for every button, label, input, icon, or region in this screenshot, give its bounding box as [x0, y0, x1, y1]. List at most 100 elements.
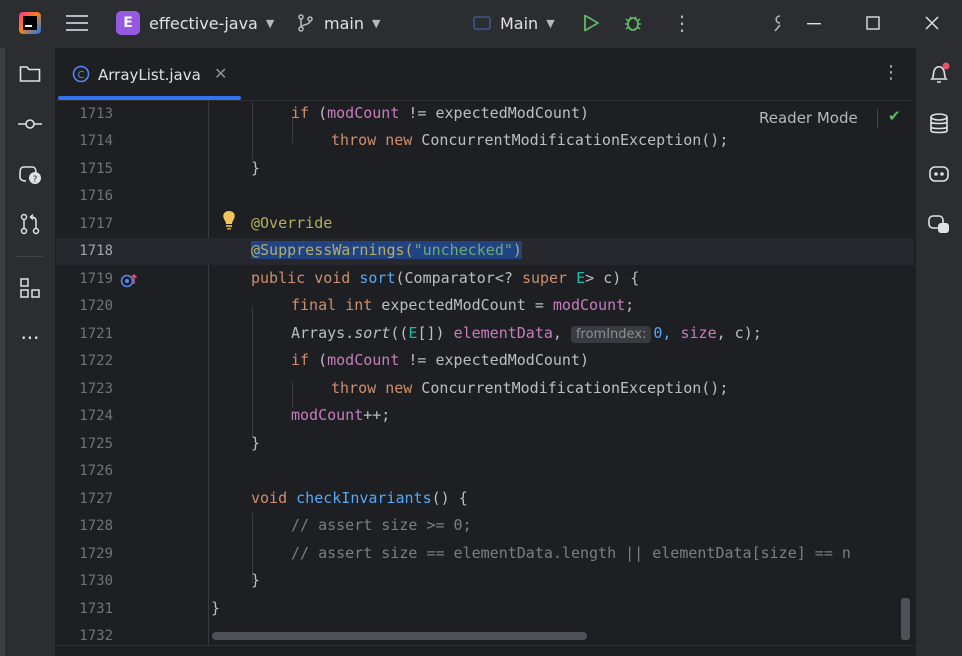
line-number: 1728: [79, 518, 113, 534]
project-badge: E: [116, 11, 140, 35]
ai-assistant-help-icon: ?: [19, 166, 41, 185]
line-number: 1719: [79, 271, 113, 287]
code-line: 1725 }: [56, 431, 914, 458]
user-profile-icon[interactable]: [772, 0, 782, 46]
code-text: }: [251, 434, 261, 452]
ai-chat-tool-button[interactable]: [914, 156, 962, 192]
minimize-icon: [807, 23, 821, 25]
maximize-button[interactable]: [866, 0, 880, 46]
code-line: 1730 }: [56, 568, 914, 595]
commit-tool-button[interactable]: [5, 106, 55, 142]
code-editor[interactable]: 1713 if (modCount != expectedModCount) 1…: [56, 101, 914, 656]
line-number: 1716: [79, 188, 113, 204]
line-number: 1717: [79, 216, 113, 232]
notification-bell-icon: [930, 62, 950, 83]
project-name: effective-java: [149, 13, 258, 33]
line-number: 1715: [79, 161, 113, 177]
class-c-icon: C: [72, 65, 90, 83]
active-tab-indicator: [58, 96, 241, 100]
debug-button[interactable]: [623, 0, 643, 46]
line-number: 1718: [79, 243, 113, 259]
inlay-parameter-hint: fromIndex:: [570, 326, 652, 343]
code-text: throw new ConcurrentModificationExceptio…: [331, 131, 729, 149]
reader-mode-toggle[interactable]: Reader Mode: [759, 109, 858, 127]
tab-arraylist-java[interactable]: C ArrayList.java ✕: [56, 48, 241, 100]
line-number: 1723: [79, 381, 113, 397]
tool-separator: [17, 256, 43, 257]
ai-assistant-chat-icon: [928, 215, 949, 233]
editor-tab-bar: C ArrayList.java ✕ ⋮: [56, 48, 914, 101]
line-number: 1714: [79, 133, 113, 149]
line-number: 1725: [79, 436, 113, 452]
code-text: modCount++;: [291, 406, 391, 424]
code-comment: // assert size >= 0;: [291, 516, 472, 534]
maximize-icon: [866, 16, 880, 30]
notifications-tool-button[interactable]: [914, 56, 962, 92]
code-line: 1731 }: [56, 596, 914, 623]
more-actions-icon[interactable]: ⋮: [672, 0, 692, 46]
application-config-icon: [473, 16, 491, 30]
ai-assistant-tool-button[interactable]: ?: [5, 156, 55, 192]
project-tool-button[interactable]: [5, 56, 55, 92]
run-button[interactable]: [582, 0, 600, 46]
intellij-logo-icon[interactable]: [19, 12, 41, 34]
code-text: }: [251, 159, 261, 177]
code-text: throw new ConcurrentModificationExceptio…: [331, 379, 729, 397]
code-line: 1715 }: [56, 156, 914, 183]
horizontal-scrollbar[interactable]: [212, 632, 587, 640]
left-tool-strip: ? ···: [5, 48, 56, 656]
structure-tool-button[interactable]: [5, 270, 55, 306]
line-number: 1726: [79, 463, 113, 479]
svg-text:C: C: [78, 70, 85, 81]
vertical-scrollbar[interactable]: [901, 598, 910, 640]
run-icon: [584, 14, 599, 32]
close-icon[interactable]: ✕: [214, 64, 227, 83]
override-method-icon[interactable]: [120, 272, 138, 288]
code-text: if (modCount != expectedModCount): [291, 104, 590, 122]
close-window-button[interactable]: [925, 0, 939, 46]
pull-request-icon: [20, 213, 40, 235]
folder-icon: [19, 66, 41, 82]
project-selector[interactable]: E effective-java ▼: [116, 0, 274, 46]
code-line: 1721 Arrays.sort((E[]) elementData, from…: [56, 321, 914, 348]
checkmark-icon[interactable]: ✔: [888, 107, 901, 125]
branch-selector[interactable]: main ▼: [297, 0, 380, 46]
title-bar: E effective-java ▼ main ▼ Main ▼ ⋮: [0, 0, 962, 48]
run-config-selector[interactable]: Main ▼: [473, 0, 555, 46]
code-line: 1719 public void sort(Comparator<? super…: [56, 266, 914, 293]
line-number: 1730: [79, 573, 113, 589]
code-text: }: [211, 599, 221, 617]
main-menu-button[interactable]: [66, 0, 88, 46]
editor-bottom-border: [56, 645, 914, 646]
debug-bug-icon: [625, 16, 641, 31]
run-config-name: Main: [500, 13, 539, 33]
line-number: 1729: [79, 546, 113, 562]
code-line: 1729 // assert size == elementData.lengt…: [56, 541, 914, 568]
current-code-line: 1718 @SuppressWarnings("unchecked"): [56, 238, 914, 265]
line-number: 1731: [79, 601, 113, 617]
line-number: 1724: [79, 408, 113, 424]
close-icon: [925, 16, 939, 30]
chevron-down-icon: ▼: [546, 16, 555, 30]
tab-options-icon[interactable]: ⋮: [882, 62, 900, 83]
ai-chat-icon: [929, 166, 949, 182]
git-branch-icon: [298, 14, 313, 32]
line-number: 1722: [79, 353, 113, 369]
code-line: 1716: [56, 183, 914, 210]
more-tools-icon[interactable]: ···: [5, 320, 55, 356]
code-line: 1726: [56, 458, 914, 485]
pull-requests-tool-button[interactable]: [5, 206, 55, 242]
minimize-button[interactable]: [807, 0, 821, 46]
chevron-down-icon: ▼: [371, 16, 381, 30]
hamburger-menu-icon: [66, 15, 88, 31]
right-tool-strip: [915, 48, 962, 656]
structure-icon: [20, 278, 40, 298]
code-line: 1722 if (modCount != expectedModCount): [56, 348, 914, 375]
line-number: 1721: [79, 326, 113, 342]
lightbulb-icon[interactable]: [221, 210, 237, 230]
code-text: Arrays.sort((E[]) elementData, fromIndex…: [291, 324, 762, 343]
ai-assistant-chat-tool-button[interactable]: [914, 206, 962, 242]
svg-text:?: ?: [33, 175, 38, 185]
database-tool-button[interactable]: [914, 106, 962, 142]
reader-mode-separator: [877, 109, 878, 129]
